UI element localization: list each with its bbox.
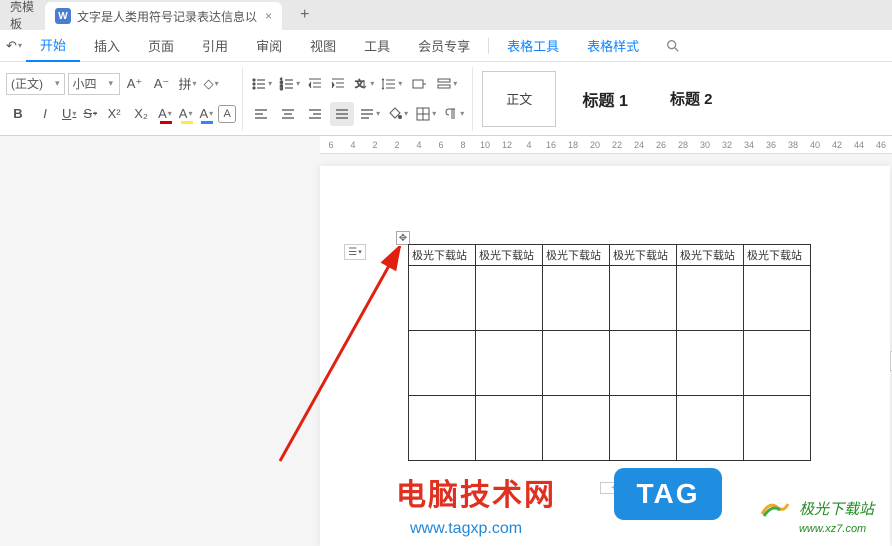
menu-insert[interactable]: 插入: [80, 36, 134, 55]
menu-tools[interactable]: 工具: [350, 36, 404, 55]
font-color-button[interactable]: A▾: [156, 102, 174, 126]
menu-table-style[interactable]: 表格样式: [573, 36, 653, 55]
char-shading-button[interactable]: A▾: [197, 102, 215, 126]
tab-doc-title: 文字是人类用符号记录表达信息以: [77, 8, 257, 25]
align-left-button[interactable]: [249, 102, 273, 126]
tab-template-label: 壳模板: [10, 0, 35, 32]
watermark-aurora: 极光下载站 www.xz7.com: [799, 498, 874, 536]
paragraph-settings-button[interactable]: ▾: [441, 102, 466, 126]
shading-button[interactable]: ▾: [385, 102, 410, 126]
menu-page[interactable]: 页面: [134, 36, 188, 55]
font-size-select[interactable]: 小四▾: [68, 73, 120, 95]
style-body[interactable]: 正文: [482, 71, 556, 127]
strike-button[interactable]: S▾: [81, 102, 99, 126]
menu-reference[interactable]: 引用: [188, 36, 242, 55]
horizontal-ruler[interactable]: 6422468101241618202224262830323436384042…: [320, 136, 892, 154]
font-grow-button[interactable]: A⁺: [123, 72, 147, 96]
watermark-site-name: 电脑技术网: [396, 470, 556, 514]
tab-stops-button[interactable]: [407, 72, 431, 96]
table-row[interactable]: 极光下载站 极光下载站 极光下载站 极光下载站 极光下载站 极光下载站: [409, 245, 811, 266]
table-cell[interactable]: 极光下载站: [677, 245, 744, 266]
font-name-select[interactable]: (正文)▾: [6, 73, 65, 95]
indent-decrease-button[interactable]: [305, 72, 325, 96]
align-distribute-button[interactable]: ▾: [357, 102, 382, 126]
word-icon: W: [55, 8, 71, 24]
italic-button[interactable]: I: [33, 102, 57, 126]
paragraph-handle[interactable]: ☰▾: [344, 244, 366, 260]
aurora-logo-icon: [760, 498, 790, 518]
tab-close-button[interactable]: ×: [265, 9, 272, 23]
paragraph-section: ▾ 123▾ 文▾ ▾ ▾ ▾ ▾ ▾ ▾: [243, 67, 473, 131]
border-button[interactable]: ▾: [413, 102, 438, 126]
clear-format-button[interactable]: ◇▾: [202, 72, 221, 96]
line-spacing-button[interactable]: ▾: [379, 72, 404, 96]
indent-increase-button[interactable]: [328, 72, 348, 96]
watermark-url: www.tagxp.com: [410, 520, 522, 538]
undo-button[interactable]: ↶▾: [2, 34, 26, 58]
tab-add-button[interactable]: +: [300, 6, 309, 24]
bold-button[interactable]: B: [6, 102, 30, 126]
table-cell[interactable]: 极光下载站: [409, 245, 476, 266]
menu-table-tools[interactable]: 表格工具: [493, 36, 573, 55]
subscript-button[interactable]: X₂: [129, 102, 153, 126]
menu-review[interactable]: 审阅: [242, 36, 296, 55]
svg-text:3: 3: [280, 86, 283, 92]
underline-button[interactable]: U▾: [60, 102, 78, 126]
document-area: 6422468101241618202224262830323436384042…: [0, 136, 892, 546]
tag-badge: TAG: [614, 468, 722, 520]
table-row[interactable]: [409, 331, 811, 396]
toolbar: (正文)▾ 小四▾ A⁺ A⁻ 拼▾ ◇▾ B I U▾ S▾ X² X₂ A▾…: [0, 62, 892, 136]
align-right-button[interactable]: [303, 102, 327, 126]
char-border-button[interactable]: A: [218, 105, 236, 123]
number-list-button[interactable]: 123▾: [277, 72, 302, 96]
outline-button[interactable]: ▾: [434, 72, 459, 96]
menu-member[interactable]: 会员专享: [404, 36, 484, 55]
style-heading1[interactable]: 标题 1: [568, 71, 642, 127]
table-row[interactable]: [409, 396, 811, 461]
menu-separator: [488, 38, 489, 54]
tab-bar: 壳模板 W 文字是人类用符号记录表达信息以 × +: [0, 0, 892, 30]
font-section: (正文)▾ 小四▾ A⁺ A⁻ 拼▾ ◇▾ B I U▾ S▾ X² X₂ A▾…: [0, 67, 243, 131]
table-row[interactable]: [409, 266, 811, 331]
text-direction-button[interactable]: 文▾: [351, 72, 376, 96]
table-cell[interactable]: 极光下载站: [543, 245, 610, 266]
align-center-button[interactable]: [276, 102, 300, 126]
bullet-list-button[interactable]: ▾: [249, 72, 274, 96]
table-move-handle[interactable]: ✥: [396, 231, 410, 245]
table-cell[interactable]: 极光下载站: [610, 245, 677, 266]
highlight-button[interactable]: A▾: [177, 102, 195, 126]
table-cell[interactable]: 极光下载站: [476, 245, 543, 266]
styles-section: 正文 标题 1 标题 2: [473, 67, 737, 131]
phonetic-button[interactable]: 拼▾: [177, 72, 199, 96]
menu-start[interactable]: 开始: [26, 35, 80, 62]
menu-bar: ↶▾ 开始 插入 页面 引用 审阅 视图 工具 会员专享 表格工具 表格样式: [0, 30, 892, 62]
menu-view[interactable]: 视图: [296, 36, 350, 55]
table-cell[interactable]: 极光下载站: [744, 245, 811, 266]
font-shrink-button[interactable]: A⁻: [150, 72, 174, 96]
search-icon[interactable]: [661, 34, 685, 58]
style-heading2[interactable]: 标题 2: [654, 71, 728, 127]
tab-template[interactable]: 壳模板: [0, 1, 45, 29]
document-table[interactable]: 极光下载站 极光下载站 极光下载站 极光下载站 极光下载站 极光下载站: [408, 244, 811, 461]
align-justify-button[interactable]: [330, 102, 354, 126]
tab-document[interactable]: W 文字是人类用符号记录表达信息以 ×: [45, 2, 282, 30]
superscript-button[interactable]: X²: [102, 102, 126, 126]
